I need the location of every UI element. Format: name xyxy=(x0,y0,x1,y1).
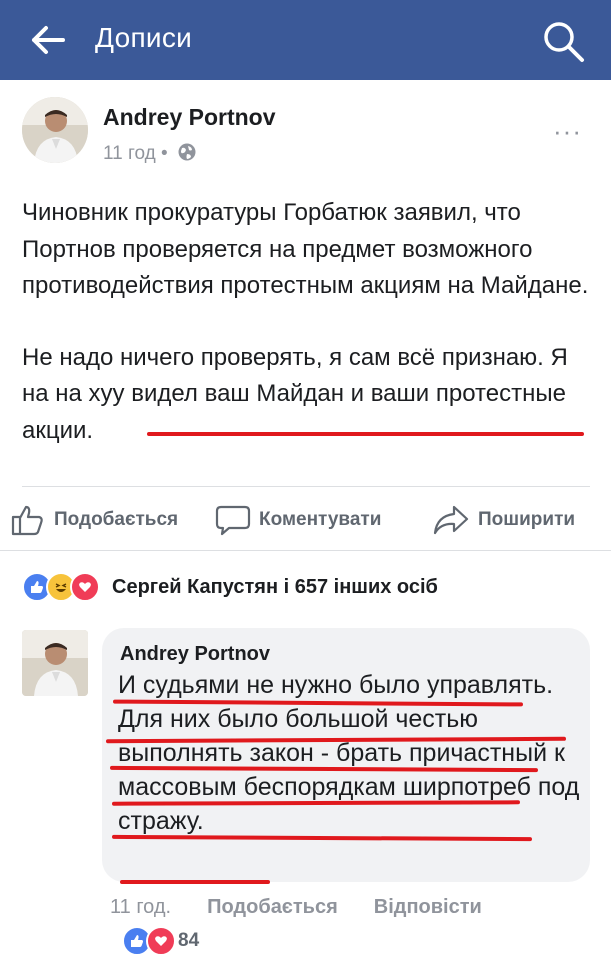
share-label: Поширити xyxy=(478,509,576,530)
share-button[interactable]: Поширити xyxy=(432,500,575,540)
love-reaction-icon xyxy=(70,572,100,602)
post-body: Чиновник прокуратуры Горбатюк заявил, чт… xyxy=(22,195,592,484)
post-paragraph-1: Чиновник прокуратуры Горбатюк заявил, чт… xyxy=(22,199,589,299)
comment-button[interactable]: Коментувати xyxy=(215,500,381,540)
comment-reply-button[interactable]: Відповісти xyxy=(374,896,482,919)
comment-author[interactable]: Andrey Portnov xyxy=(120,643,270,666)
comment-reactions[interactable]: 84 xyxy=(122,926,199,956)
reactions-summary[interactable]: Сергей Капустян і 657 інших осіб xyxy=(22,570,438,604)
comment-reaction-icons xyxy=(122,926,176,956)
globe-icon xyxy=(178,143,196,161)
thumbs-up-icon xyxy=(11,505,43,536)
share-icon xyxy=(433,505,469,535)
top-bar: Дописи xyxy=(0,0,611,80)
red-underline-mark xyxy=(147,432,584,436)
comment-like-button[interactable]: Подобається xyxy=(207,896,338,919)
comment-reaction-count: 84 xyxy=(178,930,200,951)
author-avatar[interactable] xyxy=(22,97,88,163)
back-arrow-icon[interactable] xyxy=(30,24,66,56)
page-title: Дописи xyxy=(95,22,193,53)
commenter-avatar[interactable] xyxy=(22,630,88,696)
search-icon[interactable] xyxy=(540,18,586,64)
post-time[interactable]: 11 год xyxy=(103,143,156,164)
like-button[interactable]: Подобається xyxy=(10,500,178,540)
reaction-icons xyxy=(22,572,100,602)
like-label: Подобається xyxy=(54,509,179,530)
comment-label: Коментувати xyxy=(259,509,382,530)
comment-text: И судьями не нужно было управлять. Для н… xyxy=(118,671,580,835)
red-underline-mark xyxy=(120,880,270,884)
comment-meta: 11 год. Подобається Відповісти xyxy=(110,896,518,919)
meta-separator: • xyxy=(161,143,168,164)
love-reaction-icon xyxy=(146,926,176,956)
comment-time[interactable]: 11 год. xyxy=(110,896,171,919)
more-options-button[interactable]: ··· xyxy=(553,116,582,147)
post-meta: 11 год • xyxy=(103,142,197,165)
section-separator xyxy=(0,550,611,561)
comment-icon xyxy=(215,505,251,536)
post-author[interactable]: Andrey Portnov xyxy=(103,104,276,131)
reactions-summary-text: Сергей Капустян і 657 інших осіб xyxy=(112,575,438,598)
post-divider xyxy=(22,486,590,487)
